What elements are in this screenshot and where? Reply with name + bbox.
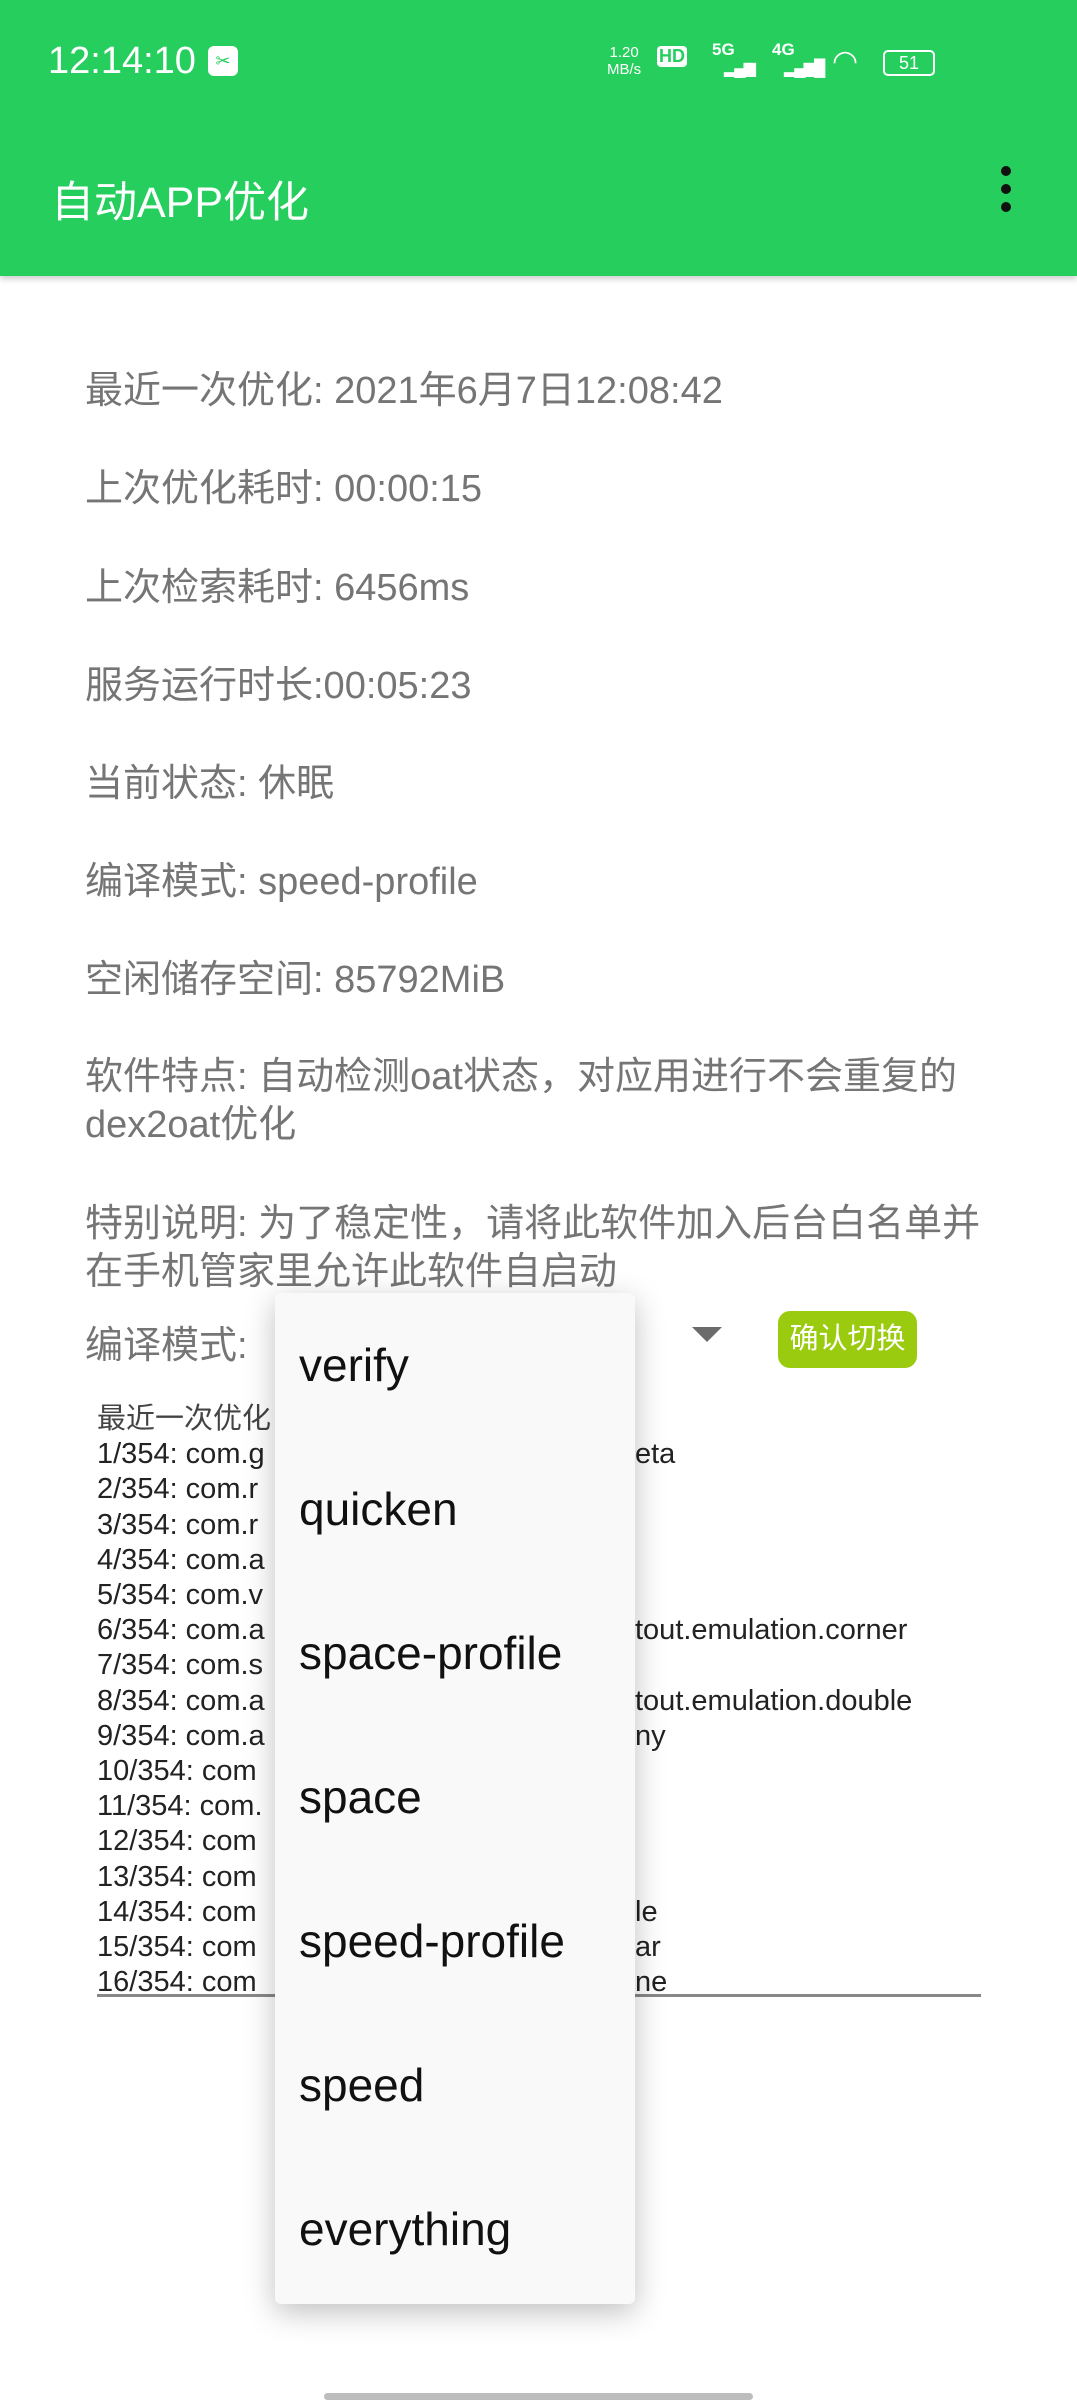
page-title: 自动APP优化 [51, 179, 310, 227]
sim2-signal-icon: 4G [772, 40, 795, 59]
log-line: 4/354: com.a [97, 1543, 265, 1576]
dropdown-option-quicken[interactable]: quicken [299, 1479, 458, 1539]
features-text: 软件特点: 自动检测oat状态，对应用进行不会重复的dex2oat优化 [85, 1056, 957, 1146]
log-line: 6/354: com.a [97, 1614, 265, 1647]
dropdown-option-space[interactable]: space [299, 1767, 422, 1827]
battery-icon: 51 [883, 50, 935, 76]
compile-mode-info: 编译模式: speed-profile [85, 861, 478, 903]
sim1-signal-icon: 5G [712, 40, 735, 59]
dropdown-option-everything[interactable]: everything [299, 2199, 511, 2259]
log-line: 14/354: com [97, 1895, 257, 1928]
dropdown-option-space-profile[interactable]: space-profile [299, 1623, 562, 1683]
log-line: 3/354: com.r [97, 1508, 259, 1541]
last-optimize-duration: 上次优化耗时: 00:00:15 [85, 468, 483, 510]
log-line-tail: ar [635, 1931, 661, 1963]
log-line: 13/354: com [97, 1860, 257, 1893]
log-line: 7/354: com.s [97, 1649, 264, 1682]
hd-icon: HD [657, 46, 687, 67]
log-line: 8/354: com.a [97, 1684, 265, 1717]
service-uptime: 服务运行时长:00:05:23 [85, 665, 472, 707]
net-rate-value: 1.20 [609, 44, 639, 61]
confirm-switch-button[interactable]: 确认切换 [778, 1311, 917, 1368]
current-status: 当前状态: 休眠 [85, 763, 335, 805]
special-note: 特别说明: 为了稳定性，请将此软件加入后台白名单并在手机管家里允许此软件自启动 [85, 1203, 981, 1293]
log-line: 12/354: com [97, 1825, 257, 1858]
log-line-tail: tout.emulation.corner [635, 1614, 908, 1647]
log-line: 1/354: com.g [97, 1438, 265, 1471]
log-line-tail: ny [635, 1719, 666, 1752]
free-storage: 空闲储存空间: 85792MiB [85, 959, 506, 1001]
app-header: 12:14:10 ✂ 1.20 MB/s HD 5G ▂▄▆ 4G ▂▄▆█ ◠ … [0, 0, 1077, 276]
status-time: 12:14:10 [48, 40, 196, 82]
compile-mode-dropdown: verify quicken space-profile space speed-pro… [275, 1293, 635, 2304]
dropdown-arrow-icon[interactable] [692, 1327, 722, 1342]
last-search-duration: 上次检索耗时: 6456ms [85, 567, 470, 609]
log-header: 最近一次优化 [97, 1403, 272, 1435]
dropdown-option-speed[interactable]: speed [299, 2055, 424, 2115]
dropdown-option-speed-profile[interactable]: speed-profile [299, 1911, 565, 1971]
log-line: 2/354: com.r [97, 1473, 259, 1506]
log-line: 5/354: com.v [97, 1579, 264, 1611]
log-line: 9/354: com.a [97, 1719, 265, 1752]
sim2-bars-icon: ▂▄▆█ [784, 60, 825, 77]
sim1-bars-icon: ▂▄▆ [724, 60, 756, 77]
log-line-tail: eta [635, 1438, 676, 1471]
log-line-tail: le [635, 1895, 658, 1928]
log-line: 11/354: com. [97, 1790, 263, 1823]
log-line-tail: ne [635, 1966, 668, 1994]
net-rate-unit: MB/s [607, 61, 642, 78]
log-line: 16/354: com [97, 1966, 257, 1994]
scissors-icon: ✂ [208, 46, 238, 76]
log-line-tail: tout.emulation.double [635, 1684, 913, 1717]
log-line: 10/354: com [97, 1755, 257, 1787]
gesture-nav-handle[interactable] [324, 2393, 753, 2400]
wifi-icon: ◠ [832, 45, 859, 78]
dropdown-option-verify[interactable]: verify [299, 1335, 409, 1395]
compile-mode-label: 编译模式: [85, 1325, 248, 1367]
network-rate: 1.20 MB/s [607, 44, 641, 78]
last-optimize: 最近一次优化: 2021年6月7日12:08:42 [85, 370, 723, 412]
log-line: 15/354: com [97, 1931, 257, 1963]
more-vert-icon[interactable] [992, 166, 1020, 220]
